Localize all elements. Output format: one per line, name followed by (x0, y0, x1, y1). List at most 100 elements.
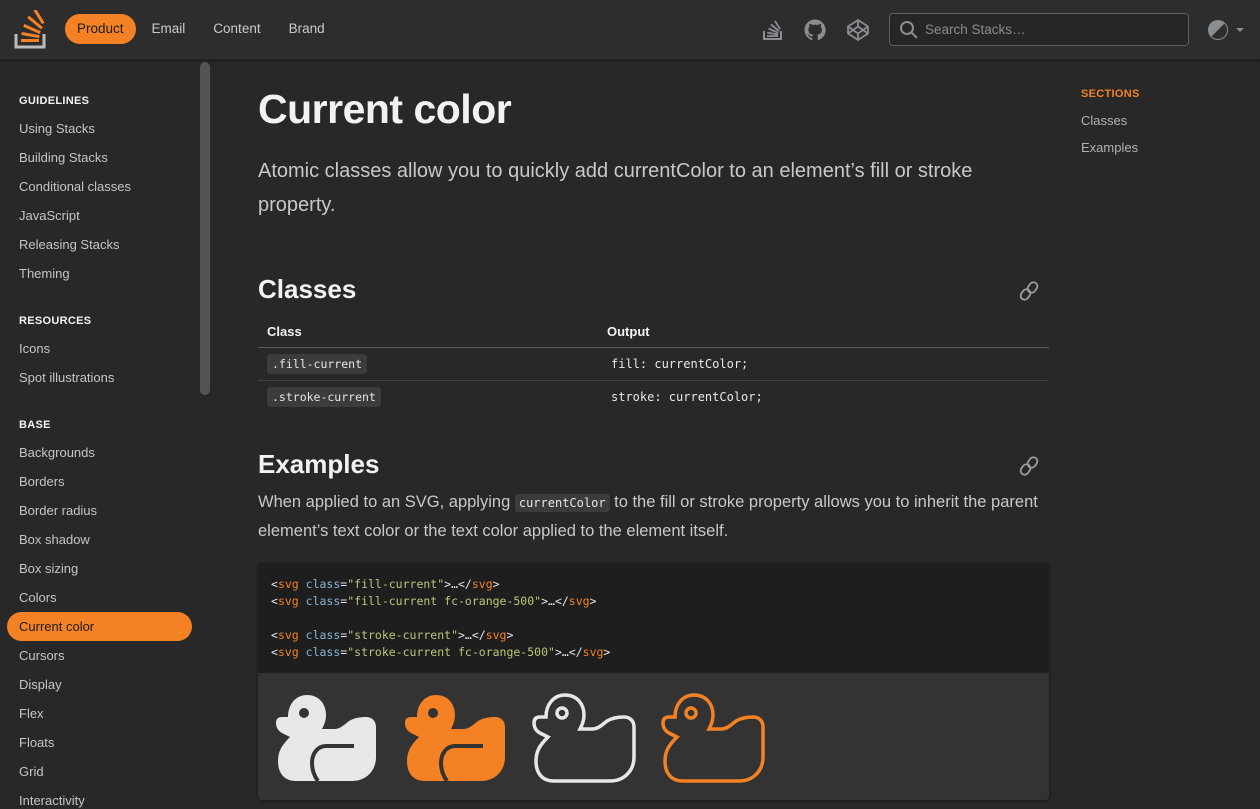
sidebar-item-colors[interactable]: Colors (0, 583, 192, 612)
page-lead: Atomic classes allow you to quickly add … (258, 160, 973, 216)
code-punctuation: >…</ (444, 577, 472, 591)
search-field[interactable] (889, 13, 1189, 46)
class-name: .stroke-current (267, 386, 381, 407)
toc-item-examples[interactable]: Examples (1081, 137, 1140, 164)
class-output: fill: currentColor; (598, 347, 1049, 381)
theme-toggle-button[interactable] (1206, 18, 1248, 42)
code-line: <svg class="fill-current fc-orange-500">… (271, 593, 1036, 610)
link-icon[interactable] (1019, 456, 1039, 476)
sidebar-heading: RESOURCES (19, 315, 92, 327)
toc-item-classes[interactable]: Classes (1081, 110, 1140, 137)
code-punctuation: >…</ (554, 645, 583, 659)
nav-brand[interactable]: Brand (277, 14, 337, 44)
code-tag: svg (277, 645, 299, 659)
search-input[interactable] (925, 22, 1188, 37)
search-icon (900, 20, 918, 39)
code-tag: svg (568, 594, 590, 608)
sidebar-group-base: BASE Backgrounds Borders Border radius B… (0, 415, 192, 809)
code-string: "stroke-current" (347, 628, 458, 642)
sidebar-item-flex[interactable]: Flex (0, 699, 192, 728)
sidebar-item-backgrounds[interactable]: Backgrounds (0, 438, 192, 467)
example-block: <svg class="fill-current">…</svg> <svg cl… (258, 563, 1049, 800)
sidebar-item-box-sizing[interactable]: Box sizing (0, 554, 192, 583)
code-tag: svg (471, 577, 493, 591)
link-icon[interactable] (1019, 281, 1039, 301)
code-punctuation: > (506, 628, 514, 642)
code-string: "stroke-current fc-orange-500" (347, 645, 555, 659)
sidebar-item-interactivity[interactable]: Interactivity (0, 786, 192, 809)
sidebar-item-box-shadow[interactable]: Box shadow (0, 525, 192, 554)
nav-content[interactable]: Content (201, 14, 272, 44)
table-row: .stroke-current stroke: currentColor; (258, 380, 1049, 413)
outlined-duck-icon (661, 692, 765, 783)
sidebar-item-using-stacks[interactable]: Using Stacks (0, 114, 192, 143)
sidebar-group-resources: RESOURCES Icons Spot illustrations (0, 311, 192, 392)
code-tag: svg (277, 628, 299, 642)
code-line: <svg class="stroke-current fc-orange-500… (271, 644, 1036, 661)
toc-heading: SECTIONS (1081, 88, 1140, 100)
sidebar-item-border-radius[interactable]: Border radius (0, 496, 192, 525)
sidebar-item-grid[interactable]: Grid (0, 757, 192, 786)
sidebar-item-conditional-classes[interactable]: Conditional classes (0, 172, 192, 201)
page-title: Current color (258, 86, 512, 132)
stack-overflow-icon[interactable] (761, 18, 785, 42)
section-heading-examples: Examples (258, 449, 380, 479)
sidebar-item-display[interactable]: Display (0, 670, 192, 699)
examples-description: When applied to an SVG, applying current… (258, 493, 1038, 540)
contrast-icon (1208, 20, 1228, 40)
code-punctuation: < (271, 577, 278, 591)
code-punctuation: >…</ (541, 594, 569, 608)
code-line: <svg class="stroke-current">…</svg> (271, 627, 1036, 644)
code-tag: svg (277, 577, 299, 591)
top-bar: Product Email Content Brand (0, 0, 1260, 60)
stacks-logo-icon[interactable] (14, 10, 48, 50)
sidebar-item-floats[interactable]: Floats (0, 728, 192, 757)
filled-duck-icon (405, 694, 505, 782)
duck-examples (258, 673, 1049, 800)
code-punctuation: < (271, 594, 278, 608)
code-tag: svg (582, 645, 604, 659)
sidebar-item-borders[interactable]: Borders (0, 467, 192, 496)
code-punctuation: < (271, 645, 278, 659)
table-header-row: Class Output (258, 317, 1049, 348)
section-heading-classes: Classes (258, 274, 357, 304)
filled-duck-icon (276, 694, 376, 782)
codepen-icon[interactable] (846, 18, 870, 42)
code-punctuation: >…</ (458, 628, 486, 642)
sidebar-item-icons[interactable]: Icons (0, 334, 192, 363)
code-punctuation: > (492, 577, 500, 591)
code-string: "fill-current fc-orange-500" (347, 594, 542, 608)
code-punctuation: < (271, 628, 278, 642)
table-row: .fill-current fill: currentColor; (258, 347, 1049, 381)
sidebar-item-releasing-stacks[interactable]: Releasing Stacks (0, 230, 192, 259)
sidebar-scrollbar[interactable] (200, 62, 210, 395)
column-header-output: Output (598, 317, 1049, 348)
github-icon[interactable] (803, 18, 827, 42)
class-name: .fill-current (267, 353, 368, 374)
class-output: stroke: currentColor; (611, 389, 763, 404)
code-tag: svg (277, 594, 299, 608)
sidebar-item-cursors[interactable]: Cursors (0, 641, 192, 670)
code-block[interactable]: <svg class="fill-current">…</svg> <svg cl… (258, 563, 1049, 673)
sidebar-item-javascript[interactable]: JavaScript (0, 201, 192, 230)
main-content: Current color Atomic classes allow you t… (212, 60, 1260, 809)
sidebar-heading: GUIDELINES (19, 95, 90, 107)
nav-product[interactable]: Product (65, 14, 136, 44)
sidebar-item-spot-illustrations[interactable]: Spot illustrations (0, 363, 192, 392)
caret-down-icon (1236, 28, 1244, 32)
sidebar-item-current-color[interactable]: Current color (7, 612, 192, 641)
sidebar-group-guidelines: GUIDELINES Using Stacks Building Stacks … (0, 91, 192, 288)
code-line: <svg class="fill-current">…</svg> (271, 576, 1036, 593)
nav-email[interactable]: Email (140, 14, 198, 44)
code-attribute: class (305, 577, 341, 591)
classes-table: Class Output .fill-current fill: current… (258, 317, 1049, 413)
sidebar-item-building-stacks[interactable]: Building Stacks (0, 143, 192, 172)
sidebar-item-theming[interactable]: Theming (0, 259, 192, 288)
inline-code: currentColor (514, 494, 610, 512)
sidebar: GUIDELINES Using Stacks Building Stacks … (0, 60, 212, 809)
code-attribute: class (305, 628, 341, 642)
code-string: "fill-current" (347, 577, 445, 591)
